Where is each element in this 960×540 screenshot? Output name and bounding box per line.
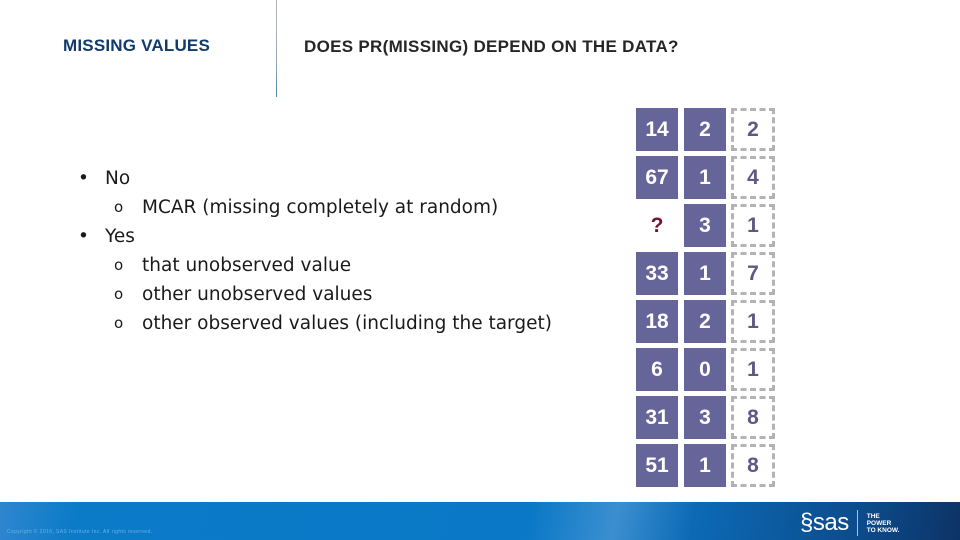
value-cell: 6 (636, 348, 678, 391)
sub-bullet-text: that unobserved value (142, 255, 352, 276)
sub-bullet-item: o other unobserved values (78, 280, 552, 309)
sub-bullet-item: o MCAR (missing completely at random) (78, 193, 552, 222)
header-divider (276, 0, 277, 97)
dashed-value-cell: 8 (731, 396, 775, 439)
sub-bullet-text: other unobserved values (142, 284, 373, 305)
section-title: MISSING VALUES (63, 36, 211, 55)
sub-bullet-item: o that unobserved value (78, 251, 552, 280)
slide-title: DOES PR(MISSING) DEPEND ON THE DATA? (304, 37, 679, 56)
value-cell: 51 (636, 444, 678, 487)
dashed-value-cell: 1 (731, 204, 775, 247)
value-cell: 3 (684, 396, 726, 439)
bullet-item: • No (78, 164, 552, 193)
value-cell: 1 (684, 252, 726, 295)
value-cell: 1 (684, 156, 726, 199)
sub-bullet-text: other observed values (including the tar… (142, 313, 552, 334)
value-cell: 14 (636, 108, 678, 151)
dashed-value-cell: 1 (731, 348, 775, 391)
sub-bullet-marker: o (114, 198, 124, 216)
footer-bar: Copyright © 2016, SAS Institute Inc. All… (0, 502, 960, 540)
value-cell: 31 (636, 396, 678, 439)
bullet-item: • Yes (78, 222, 552, 251)
logo-tagline: THE POWER TO KNOW. (867, 513, 900, 534)
sas-brand-text: sas (812, 509, 849, 536)
sub-bullet-text: MCAR (missing completely at random) (142, 197, 499, 218)
bullet-list: • No o MCAR (missing completely at random)… (78, 164, 552, 338)
value-cell: 1 (684, 444, 726, 487)
dashed-value-cell: 8 (731, 444, 775, 487)
value-cell: 18 (636, 300, 678, 343)
dashed-value-cell: 1 (731, 300, 775, 343)
tagline-line: POWER (866, 519, 892, 527)
sub-bullet-item: o other observed values (including the ta… (78, 309, 552, 338)
bullet-text: Yes (105, 226, 135, 247)
dashed-value-cell: 7 (731, 252, 775, 295)
sub-bullet-marker: o (114, 314, 124, 332)
dashed-value-cell: 4 (731, 156, 775, 199)
value-cell: 33 (636, 252, 678, 295)
value-cell: 3 (684, 204, 726, 247)
value-cell: 67 (636, 156, 678, 199)
tagline-line: TO KNOW. (866, 526, 900, 534)
sas-logo-icon: §sas (800, 509, 849, 536)
sub-bullet-marker: o (114, 285, 124, 303)
tagline-line: THE (866, 512, 880, 520)
sas-logo: §sas THE POWER TO KNOW. (800, 510, 899, 536)
bullet-marker: • (78, 226, 89, 247)
bullet-marker: • (78, 168, 89, 189)
bullet-text: No (105, 168, 131, 189)
dashed-value-cell: 2 (731, 108, 775, 151)
value-cell: 2 (684, 300, 726, 343)
value-cell: 2 (684, 108, 726, 151)
copyright-text: Copyright © 2016, SAS Institute Inc. All… (7, 529, 153, 535)
sub-bullet-marker: o (114, 256, 124, 274)
missing-value-cell: ? (650, 213, 664, 237)
value-cell: 0 (684, 348, 726, 391)
logo-divider (856, 510, 858, 536)
